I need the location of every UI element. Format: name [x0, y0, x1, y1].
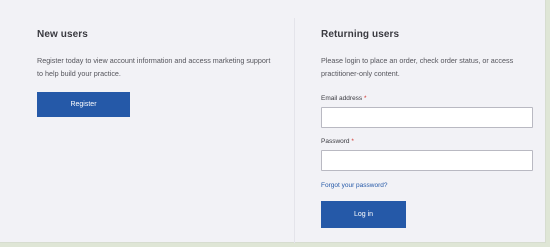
login-button[interactable]: Log in	[321, 201, 406, 228]
password-required-marker: *	[351, 138, 354, 145]
returning-users-description: Please login to place an order, check or…	[321, 56, 514, 78]
password-field[interactable]	[321, 150, 533, 171]
login-panel: New users Register today to view account…	[0, 0, 546, 243]
email-field[interactable]	[321, 107, 533, 128]
email-label-text: Email address	[321, 95, 363, 102]
password-label: Password *	[321, 138, 354, 146]
email-required-marker: *	[364, 95, 367, 102]
returning-users-section: Returning users Please login to place an…	[321, 29, 536, 228]
new-users-description: Register today to view account informati…	[37, 56, 271, 78]
returning-users-heading: Returning users	[321, 29, 400, 40]
new-users-heading: New users	[37, 29, 88, 40]
new-users-section: New users Register today to view account…	[37, 29, 277, 117]
password-label-text: Password	[321, 138, 350, 145]
email-label: Email address *	[321, 95, 367, 103]
column-divider	[294, 18, 295, 243]
forgot-password-link[interactable]: Forgot your password?	[321, 182, 387, 190]
register-button[interactable]: Register	[37, 92, 130, 117]
